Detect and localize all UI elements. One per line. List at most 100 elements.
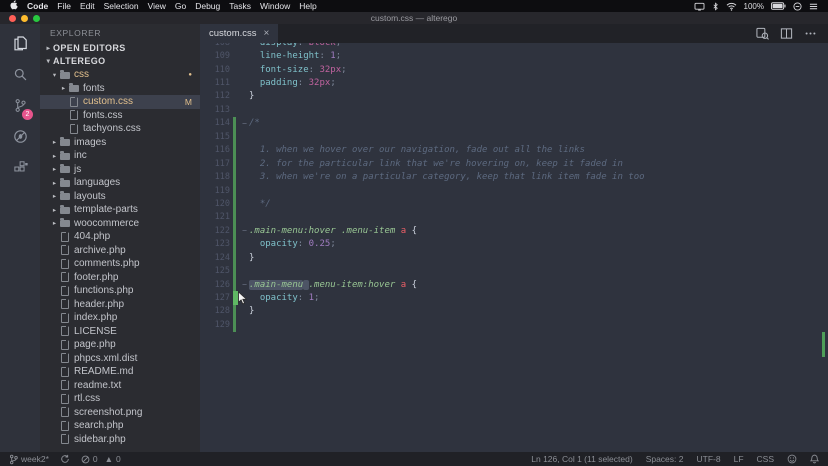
tree-item-label: page.php (74, 339, 116, 350)
statusbar-indentation[interactable]: Spaces: 2 (646, 454, 684, 464)
sync-indicator[interactable] (60, 454, 70, 464)
menu-item-debug[interactable]: Debug (195, 0, 220, 12)
root-folder-alterego[interactable]: ▾ ALTEREGO (40, 55, 200, 69)
split-editor-icon[interactable] (780, 27, 793, 40)
statusbar-language-mode[interactable]: CSS (757, 454, 774, 464)
code-line-114[interactable]: 114−/* (200, 117, 828, 130)
tree-item-search-php[interactable]: search.php (40, 419, 200, 433)
line-number: 118 (200, 172, 230, 182)
search-icon[interactable] (0, 59, 40, 90)
wifi-icon[interactable] (726, 2, 737, 11)
display-icon[interactable] (694, 2, 705, 11)
tree-item-sidebar-php[interactable]: sidebar.php (40, 433, 200, 447)
code-line-109[interactable]: 109 line-height: 1; (200, 49, 828, 62)
fold-icon[interactable]: − (240, 224, 249, 237)
code-area[interactable]: 108 display: block;109 line-height: 1;11… (200, 43, 828, 452)
code-line-117[interactable]: 117 2. for the particular link that we'r… (200, 157, 828, 170)
tree-item-layouts[interactable]: ▸layouts (40, 190, 200, 204)
dnd-icon[interactable] (793, 2, 802, 11)
notifications-bell-icon[interactable] (810, 454, 819, 464)
tree-item-license[interactable]: LICENSE (40, 325, 200, 339)
close-tab-icon[interactable]: × (264, 29, 270, 39)
feedback-smiley-icon[interactable] (787, 454, 797, 464)
tree-item-readme-txt[interactable]: readme.txt (40, 379, 200, 393)
source-control-icon[interactable]: 2 (0, 90, 40, 121)
bluetooth-icon[interactable] (712, 2, 719, 11)
menu-item-window[interactable]: Window (260, 0, 290, 12)
tree-item-screenshot-png[interactable]: screenshot.png (40, 406, 200, 420)
tree-item-page-php[interactable]: page.php (40, 338, 200, 352)
code-line-120[interactable]: 120 */ (200, 197, 828, 210)
tree-item-inc[interactable]: ▸inc (40, 149, 200, 163)
menu-item-code[interactable]: Code (27, 0, 48, 12)
tree-item-footer-php[interactable]: footer.php (40, 271, 200, 285)
code-line-113[interactable]: 113 (200, 103, 828, 116)
code-line-116[interactable]: 116 1. when we hover over our navigation… (200, 144, 828, 157)
code-line-123[interactable]: 123 opacity: 0.25; (200, 238, 828, 251)
battery-icon[interactable] (771, 2, 786, 10)
minimize-window-button[interactable] (21, 15, 28, 22)
explorer-icon[interactable] (0, 28, 40, 59)
line-number: 109 (200, 51, 230, 61)
code-line-111[interactable]: 111 padding: 32px; (200, 76, 828, 89)
menu-item-view[interactable]: View (148, 0, 166, 12)
tree-item-404-php[interactable]: 404.php (40, 230, 200, 244)
tree-item-tachyons-css[interactable]: tachyons.css (40, 122, 200, 136)
tree-item-fonts-css[interactable]: fonts.css (40, 109, 200, 123)
line-number: 116 (200, 145, 230, 155)
open-preview-icon[interactable] (756, 27, 769, 40)
tree-item-template-parts[interactable]: ▸template-parts (40, 203, 200, 217)
tree-item-rtl-css[interactable]: rtl.css (40, 392, 200, 406)
tree-item-languages[interactable]: ▸languages (40, 176, 200, 190)
menu-item-selection[interactable]: Selection (104, 0, 139, 12)
menu-item-edit[interactable]: Edit (80, 0, 95, 12)
menu-item-tasks[interactable]: Tasks (229, 0, 251, 12)
problems-indicator[interactable]: 0 ▲ 0 (81, 454, 121, 464)
statusbar-cursor-position[interactable]: Ln 126, Col 1 (11 selected) (531, 454, 632, 464)
debug-icon[interactable] (0, 121, 40, 152)
code-line-127[interactable]: 127 opacity: 1; (200, 291, 828, 304)
close-window-button[interactable] (9, 15, 16, 22)
statusbar-encoding[interactable]: UTF-8 (697, 454, 721, 464)
code-line-129[interactable]: 129 (200, 318, 828, 331)
statusbar-eol[interactable]: LF (734, 454, 744, 464)
tree-item-images[interactable]: ▸images (40, 136, 200, 150)
fold-icon[interactable]: − (240, 117, 249, 130)
tree-item-header-php[interactable]: header.php (40, 298, 200, 312)
code-line-121[interactable]: 121 (200, 211, 828, 224)
git-branch-indicator[interactable]: week2* (9, 454, 49, 465)
code-line-112[interactable]: 112} (200, 90, 828, 103)
more-actions-icon[interactable] (804, 27, 817, 40)
tree-item-readme-md[interactable]: README.md (40, 365, 200, 379)
extensions-icon[interactable] (0, 152, 40, 183)
apple-icon[interactable] (10, 0, 18, 12)
open-editors-section[interactable]: ▸ OPEN EDITORS (40, 41, 200, 55)
code-line-126[interactable]: 126−.main-menu .menu-item:hover a { (200, 278, 828, 291)
tree-item-custom-css[interactable]: custom.cssM (40, 95, 200, 109)
tree-item-woocommerce[interactable]: ▸woocommerce (40, 217, 200, 231)
tree-item-css[interactable]: ▾css● (40, 68, 200, 82)
tree-item-index-php[interactable]: index.php (40, 311, 200, 325)
tree-item-archive-php[interactable]: archive.php (40, 244, 200, 258)
menu-item-go[interactable]: Go (175, 0, 186, 12)
code-line-115[interactable]: 115 (200, 130, 828, 143)
code-line-128[interactable]: 128} (200, 305, 828, 318)
tree-item-phpcs-xml-dist[interactable]: phpcs.xml.dist (40, 352, 200, 366)
code-line-125[interactable]: 125 (200, 264, 828, 277)
code-line-122[interactable]: 122−.main-menu:hover .menu-item a { (200, 224, 828, 237)
tab-custom-css[interactable]: custom.css × (200, 24, 278, 43)
menu-item-help[interactable]: Help (299, 0, 316, 12)
fold-icon[interactable]: − (240, 278, 249, 291)
tree-item-fonts[interactable]: ▸fonts (40, 82, 200, 96)
code-line-124[interactable]: 124} (200, 251, 828, 264)
code-line-118[interactable]: 118 3. when we're on a particular catego… (200, 170, 828, 183)
menu-item-file[interactable]: File (57, 0, 71, 12)
tree-item-functions-php[interactable]: functions.php (40, 284, 200, 298)
control-center-icon[interactable] (809, 2, 818, 11)
tree-item-comments-php[interactable]: comments.php (40, 257, 200, 271)
code-line-110[interactable]: 110 font-size: 32px; (200, 63, 828, 76)
tree-item-js[interactable]: ▸js (40, 163, 200, 177)
code-line-119[interactable]: 119 (200, 184, 828, 197)
chevron-right-icon: ▸ (50, 138, 59, 146)
zoom-window-button[interactable] (33, 15, 40, 22)
